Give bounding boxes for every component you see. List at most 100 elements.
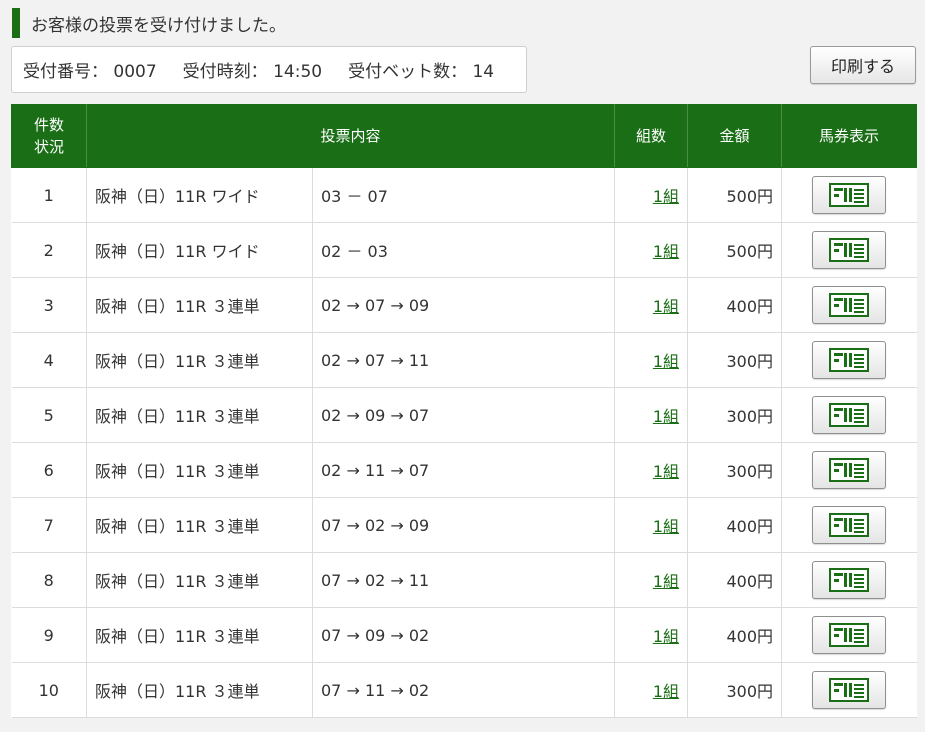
ticket-icon — [829, 623, 870, 647]
ticket-cell — [781, 332, 917, 388]
race-name: 阪神（日）11R ワイド — [86, 167, 313, 223]
amount: 500円 — [687, 167, 783, 223]
kumi-link[interactable]: 1組 — [653, 572, 679, 591]
race-name: 阪神（日）11R ３連単 — [86, 607, 313, 663]
receipt-time: 受付時刻： 14:50 — [182, 62, 323, 82]
kumi-cell: 1組 — [614, 662, 689, 718]
bet-combination: 07 → 11 → 02 — [312, 662, 616, 718]
kumi-link[interactable]: 1組 — [653, 517, 679, 536]
kumi-cell: 1組 — [614, 222, 689, 278]
table-row: 8 阪神（日）11R ３連単 07 → 02 → 11 1組 400円 — [11, 552, 917, 608]
ticket-icon — [829, 568, 870, 592]
row-number: 8 — [11, 552, 87, 608]
table-row: 2 阪神（日）11R ワイド 02 － 03 1組 500円 — [11, 222, 917, 278]
ticket-display-button[interactable] — [812, 506, 887, 544]
race-name: 阪神（日）11R ワイド — [86, 222, 313, 278]
ticket-cell — [781, 277, 917, 333]
confirmation-message: お客様の投票を受け付けました。 — [12, 8, 286, 38]
row-number: 9 — [11, 607, 87, 663]
table-row: 10 阪神（日）11R ３連単 07 → 11 → 02 1組 300円 — [11, 662, 917, 718]
ticket-display-button[interactable] — [812, 451, 887, 489]
kumi-link[interactable]: 1組 — [653, 297, 679, 316]
kumi-cell: 1組 — [614, 167, 689, 223]
kumi-cell: 1組 — [614, 607, 689, 663]
amount: 300円 — [687, 387, 783, 443]
print-button[interactable]: 印刷する — [810, 46, 916, 84]
kumi-link[interactable]: 1組 — [653, 352, 679, 371]
amount: 300円 — [687, 332, 783, 388]
ticket-display-button[interactable] — [812, 561, 887, 599]
row-number: 2 — [11, 222, 87, 278]
table-row: 1 阪神（日）11R ワイド 03 － 07 1組 500円 — [11, 167, 917, 223]
ticket-cell — [781, 662, 917, 718]
bet-combination: 03 － 07 — [312, 167, 616, 223]
kumi-cell: 1組 — [614, 387, 689, 443]
bet-combination: 07 → 02 → 11 — [312, 552, 616, 608]
header-ticket: 馬券表示 — [781, 104, 918, 168]
ticket-icon — [829, 293, 870, 317]
race-name: 阪神（日）11R ３連単 — [86, 497, 313, 553]
ticket-display-button[interactable] — [812, 671, 887, 709]
amount: 400円 — [687, 552, 783, 608]
row-number: 7 — [11, 497, 87, 553]
kumi-link[interactable]: 1組 — [653, 242, 679, 261]
amount: 300円 — [687, 662, 783, 718]
ticket-icon — [829, 183, 870, 207]
table-row: 4 阪神（日）11R ３連単 02 → 07 → 11 1組 300円 — [11, 332, 917, 388]
ticket-display-button[interactable] — [812, 396, 887, 434]
ticket-icon — [829, 458, 870, 482]
kumi-cell: 1組 — [614, 497, 689, 553]
race-name: 阪神（日）11R ３連単 — [86, 442, 313, 498]
race-name: 阪神（日）11R ３連単 — [86, 387, 313, 443]
table-row: 6 阪神（日）11R ３連単 02 → 11 → 07 1組 300円 — [11, 442, 917, 498]
bet-combination: 07 → 02 → 09 — [312, 497, 616, 553]
kumi-link[interactable]: 1組 — [653, 407, 679, 426]
row-number: 1 — [11, 167, 87, 223]
kumi-cell: 1組 — [614, 552, 689, 608]
header-kumi: 組数 — [614, 104, 689, 168]
row-number: 3 — [11, 277, 87, 333]
race-name: 阪神（日）11R ３連単 — [86, 332, 313, 388]
ticket-display-button[interactable] — [812, 616, 887, 654]
kumi-link[interactable]: 1組 — [653, 462, 679, 481]
ticket-display-button[interactable] — [812, 176, 887, 214]
amount: 500円 — [687, 222, 783, 278]
race-name: 阪神（日）11R ３連単 — [86, 277, 313, 333]
kumi-cell: 1組 — [614, 277, 689, 333]
bet-combination: 02 → 11 → 07 — [312, 442, 616, 498]
table-row: 7 阪神（日）11R ３連単 07 → 02 → 09 1組 400円 — [11, 497, 917, 553]
ticket-icon — [829, 238, 870, 262]
ticket-display-button[interactable] — [812, 286, 887, 324]
table-row: 9 阪神（日）11R ３連単 07 → 09 → 02 1組 400円 — [11, 607, 917, 663]
kumi-cell: 1組 — [614, 442, 689, 498]
receipt-info-box: 受付番号： 0007 受付時刻： 14:50 受付ベット数： 14 — [11, 46, 527, 93]
kumi-link[interactable]: 1組 — [653, 187, 679, 206]
row-number: 4 — [11, 332, 87, 388]
table-row: 5 阪神（日）11R ３連単 02 → 09 → 07 1組 300円 — [11, 387, 917, 443]
table-header-row: 件数 状況 投票内容 組数 金額 馬券表示 — [11, 104, 918, 168]
ticket-cell — [781, 167, 917, 223]
bet-combination: 02 － 03 — [312, 222, 616, 278]
row-number: 5 — [11, 387, 87, 443]
amount: 400円 — [687, 277, 783, 333]
accent-bar — [12, 8, 20, 38]
ticket-cell — [781, 222, 917, 278]
bet-combination: 02 → 09 → 07 — [312, 387, 616, 443]
kumi-link[interactable]: 1組 — [653, 682, 679, 701]
table-row: 3 阪神（日）11R ３連単 02 → 07 → 09 1組 400円 — [11, 277, 917, 333]
race-name: 阪神（日）11R ３連単 — [86, 662, 313, 718]
header-content: 投票内容 — [85, 104, 616, 168]
receipt-number: 受付番号： 0007 — [23, 62, 157, 82]
ticket-cell — [781, 442, 917, 498]
amount: 300円 — [687, 442, 783, 498]
header-amount: 金額 — [687, 104, 783, 168]
bets-table: 件数 状況 投票内容 組数 金額 馬券表示 1 阪神（日）11R ワイド 03 － … — [11, 104, 918, 718]
kumi-cell: 1組 — [614, 332, 689, 388]
kumi-link[interactable]: 1組 — [653, 627, 679, 646]
race-name: 阪神（日）11R ３連単 — [86, 552, 313, 608]
ticket-display-button[interactable] — [812, 341, 887, 379]
receipt-bet-count: 受付ベット数： 14 — [348, 62, 495, 82]
row-number: 6 — [11, 442, 87, 498]
ticket-display-button[interactable] — [812, 231, 887, 269]
bet-combination: 02 → 07 → 09 — [312, 277, 616, 333]
